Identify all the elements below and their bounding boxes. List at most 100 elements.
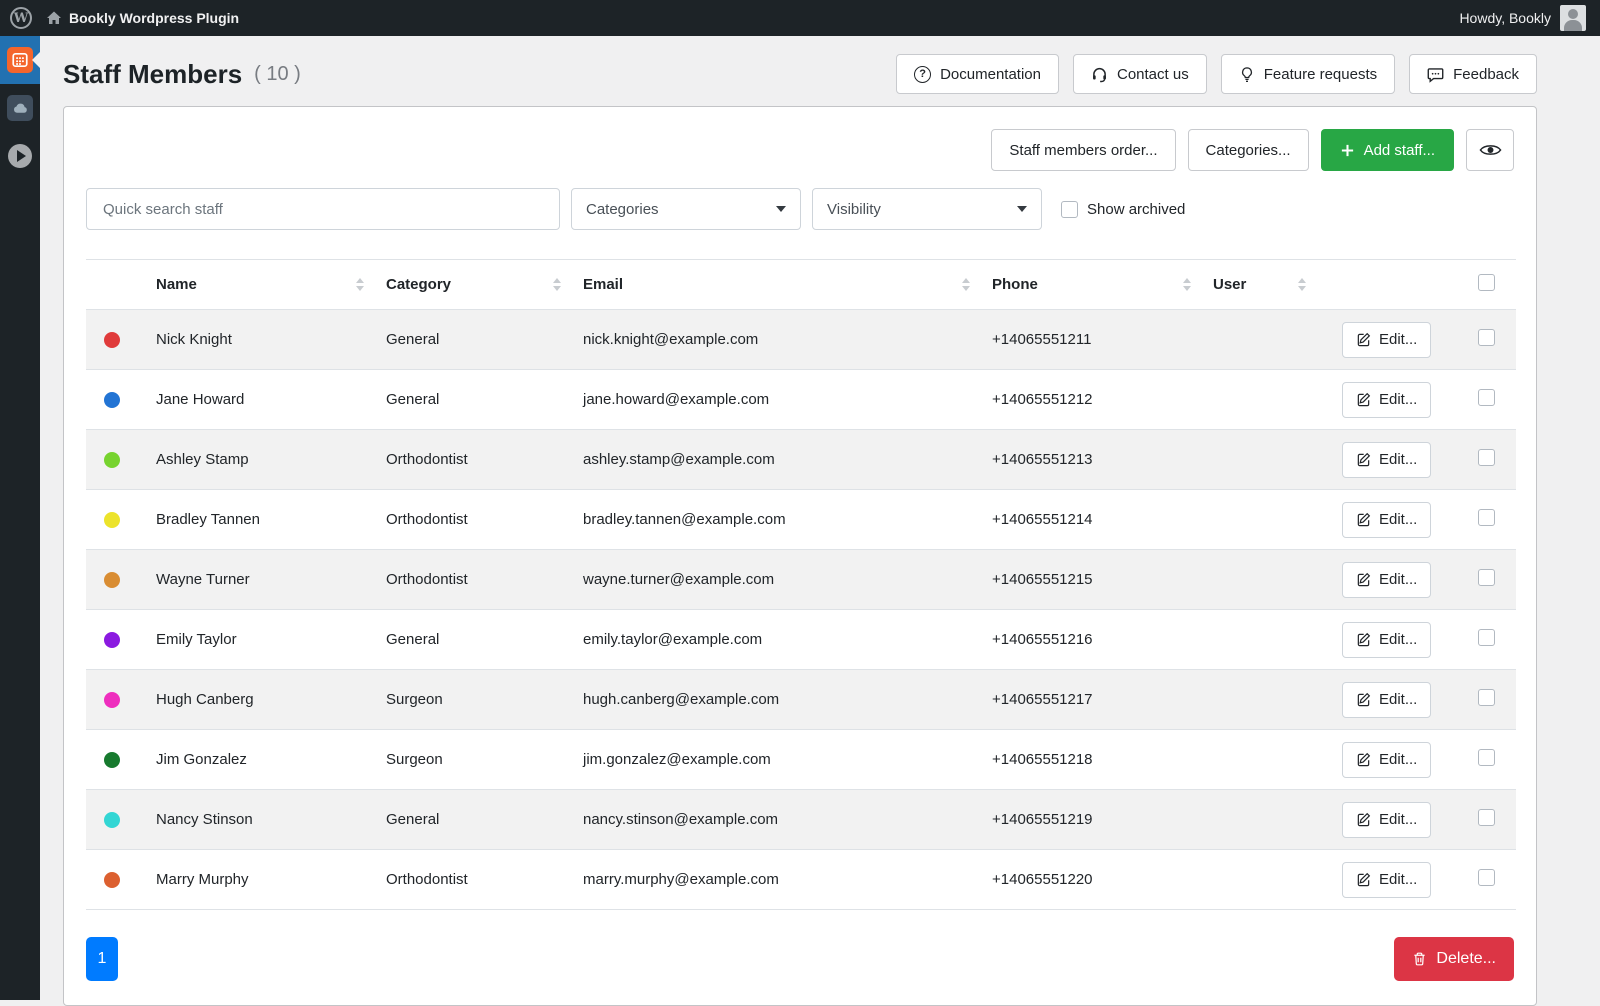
sort-icon[interactable] bbox=[1298, 278, 1306, 291]
staff-category: General bbox=[386, 790, 583, 850]
show-archived-toggle[interactable]: Show archived bbox=[1061, 201, 1185, 218]
pagination-page-1-button[interactable]: 1 bbox=[86, 937, 118, 981]
sidebar-item-cloud[interactable] bbox=[0, 84, 40, 132]
staff-user bbox=[1213, 550, 1328, 610]
edit-icon bbox=[1356, 452, 1371, 467]
show-archived-checkbox[interactable] bbox=[1061, 201, 1078, 218]
email-column-header[interactable]: Email bbox=[583, 260, 992, 310]
row-checkbox[interactable] bbox=[1478, 809, 1495, 826]
sort-icon[interactable] bbox=[1183, 278, 1191, 291]
row-checkbox[interactable] bbox=[1478, 509, 1495, 526]
edit-icon bbox=[1356, 332, 1371, 347]
search-input[interactable] bbox=[86, 188, 560, 230]
edit-staff-button[interactable]: Edit... bbox=[1342, 742, 1431, 778]
wordpress-logo-icon[interactable]: W bbox=[10, 7, 32, 29]
category-column-header[interactable]: Category bbox=[386, 260, 583, 310]
row-checkbox[interactable] bbox=[1478, 869, 1495, 886]
main-content: Staff Members ( 10 ) ? Documentation Con… bbox=[40, 36, 1600, 1000]
staff-category: Surgeon bbox=[386, 670, 583, 730]
color-column-header bbox=[86, 260, 156, 310]
table-row: Emily Taylor General emily.taylor@exampl… bbox=[86, 610, 1516, 670]
edit-staff-button[interactable]: Edit... bbox=[1342, 622, 1431, 658]
categories-manage-button[interactable]: Categories... bbox=[1188, 129, 1309, 171]
site-home-link[interactable]: Bookly Wordpress Plugin bbox=[46, 10, 239, 26]
staff-user bbox=[1213, 670, 1328, 730]
staff-color-dot bbox=[104, 512, 120, 528]
edit-staff-button[interactable]: Edit... bbox=[1342, 562, 1431, 598]
edit-staff-button[interactable]: Edit... bbox=[1342, 382, 1431, 418]
staff-email: ashley.stamp@example.com bbox=[583, 430, 992, 490]
staff-name: Hugh Canberg bbox=[156, 670, 386, 730]
sort-icon[interactable] bbox=[962, 278, 970, 291]
staff-name: Ashley Stamp bbox=[156, 430, 386, 490]
row-checkbox[interactable] bbox=[1478, 749, 1495, 766]
chevron-down-icon bbox=[776, 206, 786, 212]
delete-button[interactable]: Delete... bbox=[1394, 937, 1514, 981]
edit-staff-button[interactable]: Edit... bbox=[1342, 442, 1431, 478]
feedback-label: Feedback bbox=[1453, 66, 1519, 83]
show-archived-label: Show archived bbox=[1087, 201, 1185, 218]
staff-category: General bbox=[386, 370, 583, 430]
sort-icon[interactable] bbox=[553, 278, 561, 291]
toggle-columns-button[interactable] bbox=[1466, 129, 1514, 171]
sidebar-item-collapse[interactable] bbox=[0, 132, 40, 180]
staff-email: bradley.tannen@example.com bbox=[583, 490, 992, 550]
edit-staff-button[interactable]: Edit... bbox=[1342, 502, 1431, 538]
row-checkbox[interactable] bbox=[1478, 689, 1495, 706]
select-all-checkbox[interactable] bbox=[1478, 274, 1495, 291]
edit-icon bbox=[1356, 692, 1371, 707]
staff-name: Nancy Stinson bbox=[156, 790, 386, 850]
edit-staff-button[interactable]: Edit... bbox=[1342, 862, 1431, 898]
chat-icon bbox=[1427, 66, 1444, 83]
staff-user bbox=[1213, 430, 1328, 490]
table-row: Jim Gonzalez Surgeon jim.gonzalez@exampl… bbox=[86, 730, 1516, 790]
site-name: Bookly Wordpress Plugin bbox=[69, 10, 239, 26]
staff-name: Jim Gonzalez bbox=[156, 730, 386, 790]
edit-icon bbox=[1356, 512, 1371, 527]
staff-category: Orthodontist bbox=[386, 550, 583, 610]
admin-sidebar bbox=[0, 36, 40, 1000]
question-circle-icon: ? bbox=[914, 66, 931, 83]
staff-phone: +14065551212 bbox=[992, 370, 1213, 430]
table-row: Bradley Tannen Orthodontist bradley.tann… bbox=[86, 490, 1516, 550]
staff-phone: +14065551220 bbox=[992, 850, 1213, 910]
staff-color-dot bbox=[104, 692, 120, 708]
contact-us-button[interactable]: Contact us bbox=[1073, 54, 1207, 94]
staff-members-order-button[interactable]: Staff members order... bbox=[991, 129, 1175, 171]
add-staff-label: Add staff... bbox=[1364, 142, 1435, 159]
user-column-header[interactable]: User bbox=[1213, 260, 1328, 310]
visibility-filter-select[interactable]: Visibility bbox=[812, 188, 1042, 230]
feature-requests-button[interactable]: Feature requests bbox=[1221, 54, 1395, 94]
staff-user bbox=[1213, 610, 1328, 670]
staff-category: Orthodontist bbox=[386, 430, 583, 490]
bookly-calendar-icon bbox=[7, 47, 33, 73]
staff-color-dot bbox=[104, 572, 120, 588]
edit-staff-button[interactable]: Edit... bbox=[1342, 682, 1431, 718]
staff-name: Wayne Turner bbox=[156, 550, 386, 610]
documentation-button[interactable]: ? Documentation bbox=[896, 54, 1059, 94]
staff-email: nick.knight@example.com bbox=[583, 310, 992, 370]
staff-name: Emily Taylor bbox=[156, 610, 386, 670]
edit-staff-button[interactable]: Edit... bbox=[1342, 322, 1431, 358]
account-menu[interactable]: Howdy, Bookly bbox=[1459, 5, 1600, 31]
row-checkbox[interactable] bbox=[1478, 629, 1495, 646]
row-checkbox[interactable] bbox=[1478, 569, 1495, 586]
row-checkbox[interactable] bbox=[1478, 449, 1495, 466]
headset-icon bbox=[1091, 66, 1108, 83]
name-column-header[interactable]: Name bbox=[156, 260, 386, 310]
sort-icon[interactable] bbox=[356, 278, 364, 291]
sidebar-item-bookly[interactable] bbox=[0, 36, 40, 84]
table-row: Jane Howard General jane.howard@example.… bbox=[86, 370, 1516, 430]
row-checkbox[interactable] bbox=[1478, 389, 1495, 406]
edit-staff-button[interactable]: Edit... bbox=[1342, 802, 1431, 838]
staff-members-order-label: Staff members order... bbox=[1009, 142, 1157, 159]
phone-column-header[interactable]: Phone bbox=[992, 260, 1213, 310]
edit-icon bbox=[1356, 812, 1371, 827]
staff-email: jim.gonzalez@example.com bbox=[583, 730, 992, 790]
add-staff-button[interactable]: Add staff... bbox=[1321, 129, 1454, 171]
categories-filter-select[interactable]: Categories bbox=[571, 188, 801, 230]
row-checkbox[interactable] bbox=[1478, 329, 1495, 346]
cloud-icon bbox=[7, 95, 33, 121]
staff-user bbox=[1213, 490, 1328, 550]
feedback-button[interactable]: Feedback bbox=[1409, 54, 1537, 94]
